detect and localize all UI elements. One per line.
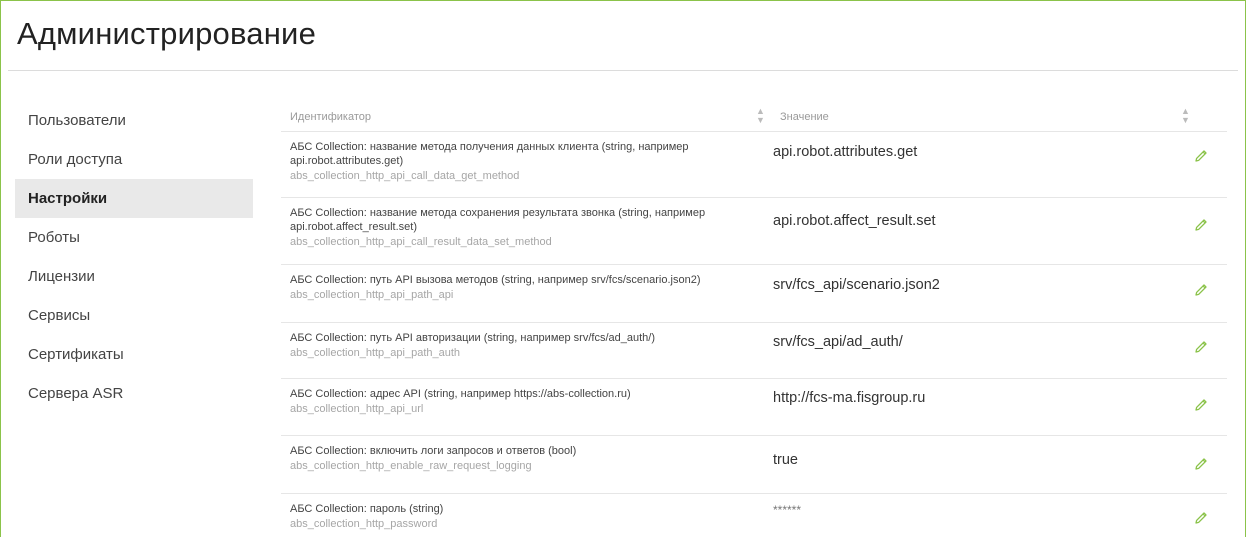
table-row: АБС Collection: название метода сохранен… [281,198,1227,265]
setting-value: srv/fcs_api/ad_auth/ [773,334,903,350]
setting-description: АБС Collection: путь API авторизации (st… [290,332,655,344]
setting-value: srv/fcs_api/scenario.json2 [773,277,940,293]
sidebar: Пользователи Роли доступа Настройки Робо… [15,101,253,413]
setting-key: abs_collection_http_api_path_api [290,289,454,301]
column-header-value[interactable]: Значение [780,111,829,123]
identifier-cell: АБС Collection: название метода сохранен… [290,206,770,249]
pencil-icon[interactable] [1193,397,1209,413]
table-row: АБС Collection: путь API вызова методов … [281,265,1227,323]
sidebar-item-access-roles[interactable]: Роли доступа [15,140,253,179]
identifier-cell: АБС Collection: адрес API (string, напри… [290,387,770,416]
setting-description: АБС Collection: название метода получени… [290,141,689,167]
pencil-icon[interactable] [1193,510,1209,526]
sidebar-item-licenses[interactable]: Лицензии [15,257,253,296]
column-header-identifier[interactable]: Идентификатор [290,111,371,123]
table-header: Идентификатор ▲ ▼ Значение ▲ ▼ [281,102,1227,132]
setting-description: АБС Collection: название метода сохранен… [290,207,706,233]
pencil-icon[interactable] [1193,456,1209,472]
setting-key: abs_collection_http_api_url [290,403,424,415]
table-row: АБС Collection: пароль (string) abs_coll… [281,494,1227,542]
setting-value: http://fcs-ma.fisgroup.ru [773,390,926,406]
setting-value: ****** [773,503,802,517]
pencil-icon[interactable] [1193,282,1209,298]
setting-key: abs_collection_http_api_call_data_get_me… [290,170,520,182]
sidebar-item-robots[interactable]: Роботы [15,218,253,257]
table-row: АБС Collection: путь API авторизации (st… [281,323,1227,379]
setting-description: АБС Collection: включить логи запросов и… [290,445,577,457]
setting-description: АБС Collection: адрес API (string, напри… [290,388,631,400]
table-row: АБС Collection: включить логи запросов и… [281,436,1227,494]
setting-value: api.robot.attributes.get [773,144,918,160]
identifier-cell: АБС Collection: пароль (string) abs_coll… [290,502,770,531]
table-row: АБС Collection: название метода получени… [281,132,1227,198]
setting-key: abs_collection_http_enable_raw_request_l… [290,460,532,472]
identifier-cell: АБС Collection: название метода получени… [290,140,770,183]
pencil-icon[interactable] [1193,339,1209,355]
sidebar-item-asr-servers[interactable]: Сервера ASR [15,374,253,413]
pencil-icon[interactable] [1193,148,1209,164]
setting-description: АБС Collection: пароль (string) [290,503,444,515]
page-title: Администрирование [17,16,317,51]
setting-key: abs_collection_http_api_call_result_data… [290,236,552,248]
identifier-cell: АБС Collection: путь API авторизации (st… [290,331,770,360]
sidebar-item-settings[interactable]: Настройки [15,179,253,218]
sidebar-item-users[interactable]: Пользователи [15,101,253,140]
identifier-cell: АБС Collection: включить логи запросов и… [290,444,770,473]
setting-description: АБС Collection: путь API вызова методов … [290,274,701,286]
sidebar-item-services[interactable]: Сервисы [15,296,253,335]
settings-table: Идентификатор ▲ ▼ Значение ▲ ▼ АБС Collect… [281,102,1227,542]
sidebar-item-certificates[interactable]: Сертификаты [15,335,253,374]
sort-arrows-icon[interactable]: ▲ ▼ [1181,107,1190,125]
setting-value: true [773,452,798,468]
setting-value: api.robot.affect_result.set [773,213,936,229]
pencil-icon[interactable] [1193,217,1209,233]
sort-arrows-icon[interactable]: ▲ ▼ [756,107,765,125]
setting-key: abs_collection_http_api_path_auth [290,347,461,359]
title-divider [8,70,1238,71]
setting-key: abs_collection_http_password [290,518,438,530]
table-row: АБС Collection: адрес API (string, напри… [281,379,1227,436]
identifier-cell: АБС Collection: путь API вызова методов … [290,273,770,302]
